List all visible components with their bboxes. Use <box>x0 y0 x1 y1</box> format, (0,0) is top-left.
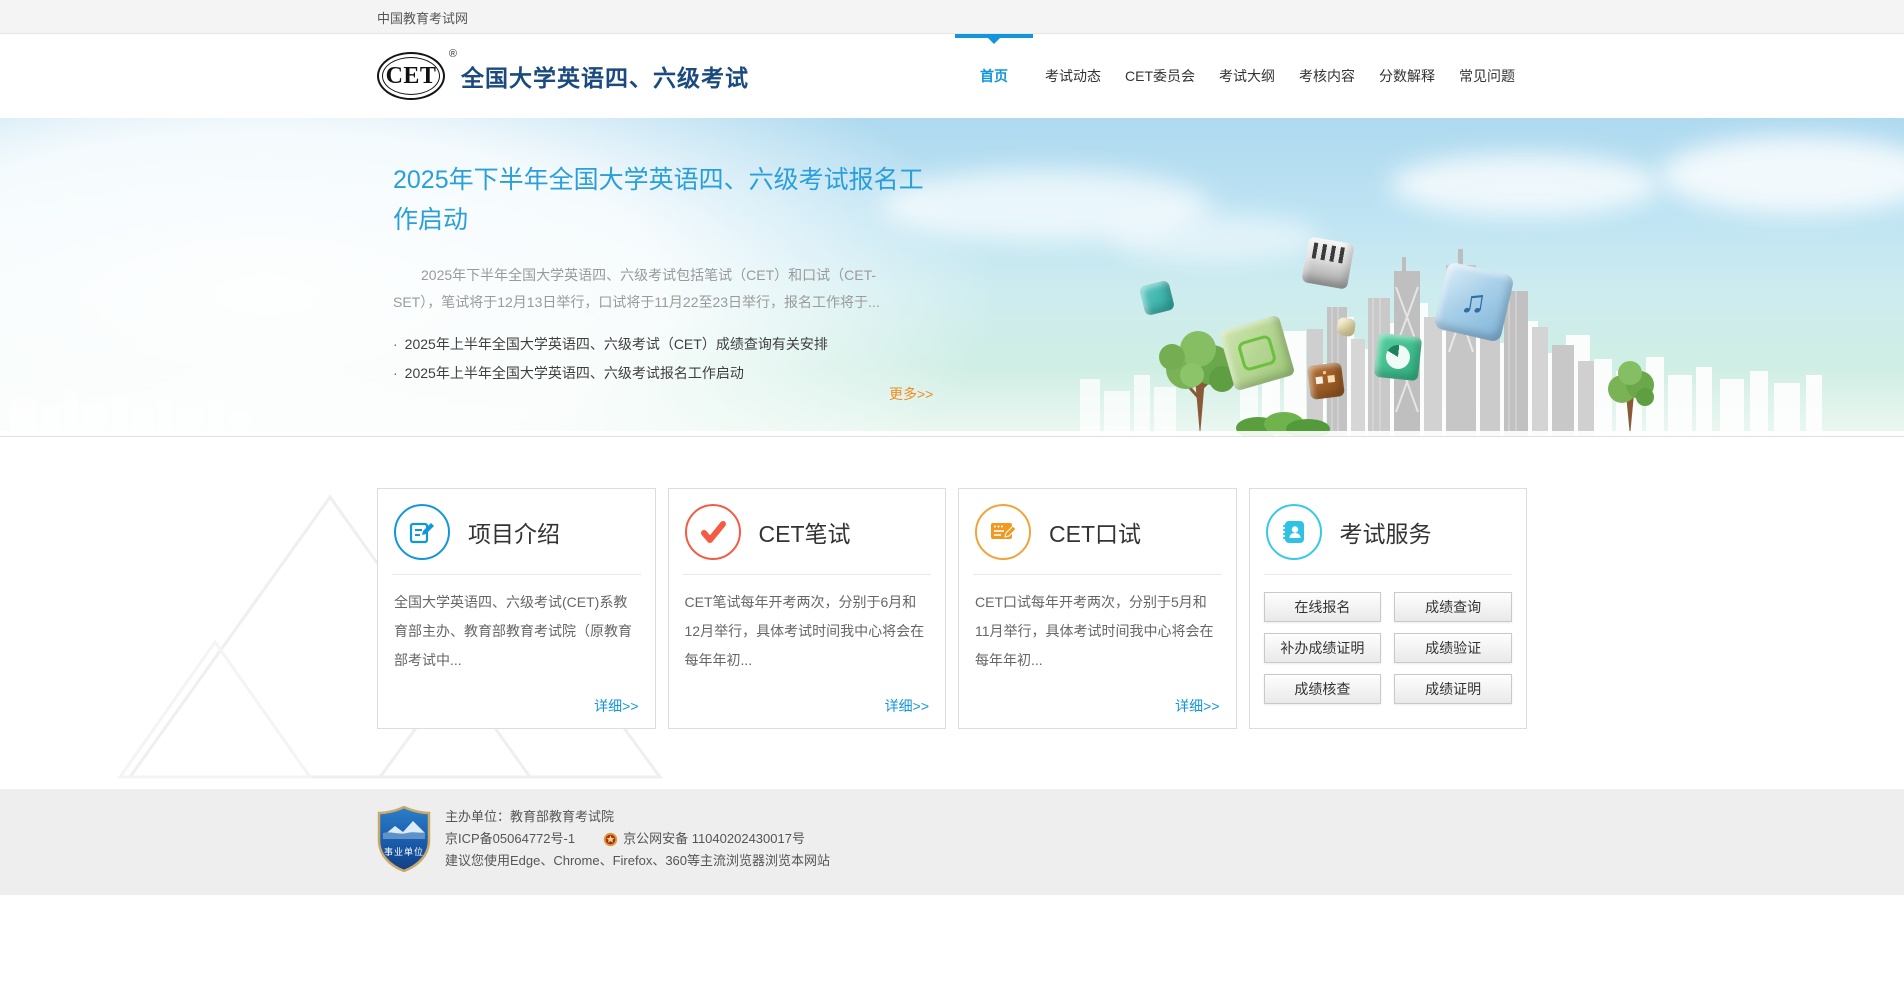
registered-mark: ® <box>448 48 457 60</box>
news-item[interactable]: 2025年上半年全国大学英语四、六级考试（CET）成绩查询有关安排 <box>393 330 1527 359</box>
topbar: 中国教育考试网 <box>0 0 1904 34</box>
logo-text: CET <box>385 62 437 89</box>
more-link[interactable]: 更多>> <box>889 384 933 404</box>
card-body: CET笔试每年开考两次，分别于6月和12月举行，具体考试时间我中心将会在每年年初… <box>684 594 925 668</box>
footer-icp: 京ICP备05064772号-1 <box>445 831 576 846</box>
footer-browser-tip: 建议您使用Edge、Chrome、Firefox、360等主流浏览器浏览本网站 <box>445 853 831 868</box>
card-exam-services: 考试服务 在线报名 成绩查询 补办成绩证明 成绩验证 成绩核查 成绩证明 <box>1248 488 1527 729</box>
cards-section: 项目介绍 全国大学英语四、六级考试(CET)系教育部主办、教育部教育考试院（原教… <box>0 437 1904 789</box>
reissue-score-certificate-button[interactable]: 补办成绩证明 <box>1263 633 1382 663</box>
hero-summary: 2025年下半年全国大学英语四、六级考试包括笔试（CET）和口试（CET-SET… <box>393 267 880 310</box>
online-registration-button[interactable]: 在线报名 <box>1263 592 1382 622</box>
checkmark-icon <box>684 503 741 560</box>
topbar-site-link[interactable]: 中国教育考试网 <box>377 8 468 27</box>
cet-oval-logo-icon: CET ® <box>377 48 457 100</box>
hero-headline-link[interactable]: 2025年下半年全国大学英语四、六级考试报名工作启动 <box>393 160 938 240</box>
footer: 事业单位 主办单位：教育部教育考试院 京ICP备05064772号-1 京公网安… <box>0 789 1904 895</box>
service-button-grid: 在线报名 成绩查询 补办成绩证明 成绩验证 成绩核查 成绩证明 <box>1250 575 1527 704</box>
card-title: 项目介绍 <box>468 520 560 547</box>
card-body: 全国大学英语四、六级考试(CET)系教育部主办、教育部教育考试院（原教育部考试中… <box>394 594 632 668</box>
card-body: CET口试每年开考两次，分别于5月和11月举行，具体考试时间我中心将会在每年年初… <box>975 594 1214 668</box>
card-project-intro: 项目介绍 全国大学英语四、六级考试(CET)系教育部主办、教育部教育考试院（原教… <box>377 488 656 729</box>
contact-book-icon <box>1265 503 1322 560</box>
logo[interactable]: CET ® 全国大学英语四、六级考试 <box>377 48 749 100</box>
police-badge-icon <box>603 832 618 846</box>
hero-banner: ♫ 2025年下半年全国大学英语四、六级考试报名工作启动 2025年下半年全国大… <box>0 118 1904 437</box>
nav-item-exam-syllabus[interactable]: 考试大纲 <box>1207 34 1287 118</box>
nav-item-exam-news[interactable]: 考试动态 <box>1033 34 1113 118</box>
detail-link[interactable]: 详细>> <box>885 696 929 716</box>
card-title: CET笔试 <box>758 520 851 547</box>
nav-item-assessment-content[interactable]: 考核内容 <box>1287 34 1367 118</box>
header: CET ® 全国大学英语四、六级考试 首页 考试动态 CET委员会 考试大纲 考… <box>0 34 1904 118</box>
news-item[interactable]: 2025年上半年全国大学英语四、六级考试报名工作启动 <box>393 359 1527 388</box>
score-verification-button[interactable]: 成绩验证 <box>1394 633 1512 663</box>
footer-police-record: 京公网安备 11040202430017号 <box>623 831 805 846</box>
card-cet-oral-test: CET口试 CET口试每年开考两次，分别于5月和11月举行，具体考试时间我中心将… <box>958 488 1237 729</box>
document-pencil-icon <box>394 503 450 560</box>
nav-item-score-explanation[interactable]: 分数解释 <box>1367 34 1447 118</box>
page-title: 全国大学英语四、六级考试 <box>461 65 749 91</box>
detail-link[interactable]: 详细>> <box>594 696 638 716</box>
main-nav: 首页 考试动态 CET委员会 考试大纲 考核内容 分数解释 常见问题 <box>955 34 1527 118</box>
card-cet-written-test: CET笔试 CET笔试每年开考两次，分别于6月和12月举行，具体考试时间我中心将… <box>667 488 946 729</box>
score-query-button[interactable]: 成绩查询 <box>1394 592 1512 622</box>
detail-link[interactable]: 详细>> <box>1175 696 1219 716</box>
card-title: CET口试 <box>1049 520 1141 547</box>
card-title: 考试服务 <box>1339 520 1432 547</box>
nav-item-faq[interactable]: 常见问题 <box>1447 34 1527 118</box>
score-certificate-button[interactable]: 成绩证明 <box>1394 674 1512 704</box>
score-recheck-button[interactable]: 成绩核查 <box>1263 674 1382 704</box>
hero-news-list: 2025年上半年全国大学英语四、六级考试（CET）成绩查询有关安排 2025年上… <box>393 330 1527 388</box>
nav-item-cet-committee[interactable]: CET委员会 <box>1113 34 1207 118</box>
badge-label: 事业单位 <box>383 847 424 857</box>
footer-organizer: 主办单位：教育部教育考试院 <box>445 809 615 824</box>
browser-pencil-icon <box>975 503 1031 560</box>
institution-shield-icon[interactable]: 事业单位 <box>377 805 431 873</box>
nav-item-home[interactable]: 首页 <box>955 34 1033 118</box>
